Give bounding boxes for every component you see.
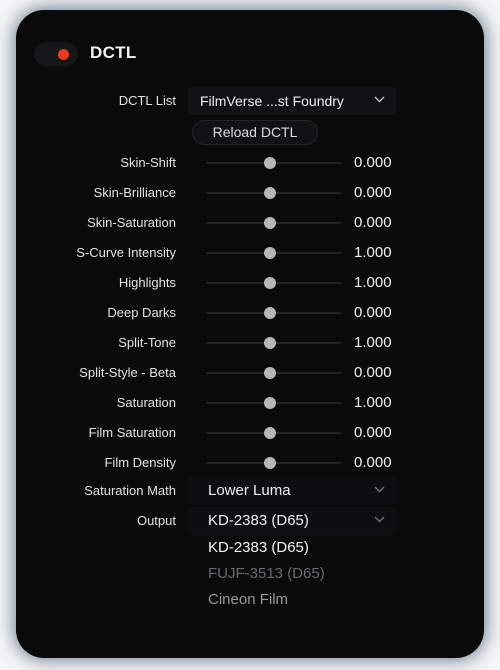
slider-thumb[interactable]	[264, 427, 276, 439]
slider-control[interactable]	[206, 247, 341, 259]
chevron-down-icon	[374, 486, 385, 493]
slider-label: Skin-Saturation	[87, 215, 176, 230]
slider-value: 0.000	[354, 154, 392, 171]
slider-thumb[interactable]	[264, 307, 276, 319]
slider-row: Highlights 1.000	[16, 270, 484, 296]
slider-value: 1.000	[354, 394, 392, 411]
saturation-math-label: Saturation Math	[84, 483, 176, 498]
slider-label: Skin-Brilliance	[93, 185, 176, 200]
slider-row: S-Curve Intensity 1.000	[16, 240, 484, 266]
slider-label: Film Saturation	[88, 425, 176, 440]
slider-control[interactable]	[206, 307, 341, 319]
slider-label: Highlights	[118, 275, 176, 290]
slider-thumb[interactable]	[264, 247, 276, 259]
slider-label: S-Curve Intensity	[76, 245, 176, 260]
slider-label: Split-Tone	[118, 335, 176, 350]
slider-label: Saturation	[116, 395, 176, 410]
output-options-list: KD-2383 (D65) FUJF-3513 (D65) Cineon Film	[188, 535, 396, 613]
slider-value: 0.000	[354, 184, 392, 201]
slider-row: Skin-Saturation 0.000	[16, 210, 484, 236]
output-select[interactable]: KD-2383 (D65)	[188, 507, 396, 535]
slider-control[interactable]	[206, 367, 341, 379]
toggle-knob-icon	[58, 49, 69, 60]
slider-value: 0.000	[354, 424, 392, 441]
slider-value: 1.000	[354, 274, 392, 291]
slider-thumb[interactable]	[264, 157, 276, 169]
slider-value: 0.000	[354, 214, 392, 231]
slider-control[interactable]	[206, 337, 341, 349]
slider-thumb[interactable]	[264, 337, 276, 349]
slider-control[interactable]	[206, 397, 341, 409]
dctl-list-value: FilmVerse ...st Foundry	[200, 93, 344, 109]
slider-row: Skin-Brilliance 0.000	[16, 180, 484, 206]
output-option[interactable]: Cineon Film	[188, 587, 396, 613]
dctl-enable-toggle[interactable]	[34, 42, 78, 66]
slider-control[interactable]	[206, 187, 341, 199]
slider-label: Deep Darks	[107, 305, 176, 320]
slider-value: 1.000	[354, 334, 392, 351]
slider-thumb[interactable]	[264, 187, 276, 199]
output-option[interactable]: KD-2383 (D65)	[188, 535, 396, 561]
slider-thumb[interactable]	[264, 457, 276, 469]
slider-label: Film Density	[104, 455, 176, 470]
dctl-list-label: DCTL List	[118, 93, 176, 108]
page-title: DCTL	[90, 43, 137, 62]
chevron-down-icon	[374, 96, 385, 103]
saturation-math-select[interactable]: Lower Luma	[188, 477, 396, 505]
slider-row: Film Density 0.000	[16, 450, 484, 476]
slider-control[interactable]	[206, 217, 341, 229]
output-row: Output KD-2383 (D65)	[16, 507, 484, 535]
saturation-math-value: Lower Luma	[208, 482, 291, 499]
slider-control[interactable]	[206, 457, 341, 469]
slider-row: Split-Style - Beta 0.000	[16, 360, 484, 386]
slider-value: 0.000	[354, 364, 392, 381]
dctl-list-select[interactable]: FilmVerse ...st Foundry	[188, 87, 396, 115]
dctl-panel: DCTL DCTL List FilmVerse ...st Foundry R…	[16, 10, 484, 658]
slider-thumb[interactable]	[264, 367, 276, 379]
slider-value: 0.000	[354, 454, 392, 471]
output-label: Output	[136, 513, 176, 528]
chevron-down-icon	[374, 516, 385, 523]
slider-row: Skin-Shift 0.000	[16, 150, 484, 176]
reload-dctl-button[interactable]: Reload DCTL	[192, 120, 318, 145]
slider-control[interactable]	[206, 157, 341, 169]
slider-value: 0.000	[354, 304, 392, 321]
output-value: KD-2383 (D65)	[208, 512, 309, 529]
slider-row: Deep Darks 0.000	[16, 300, 484, 326]
slider-control[interactable]	[206, 277, 341, 289]
slider-label: Skin-Shift	[120, 155, 176, 170]
slider-label: Split-Style - Beta	[79, 365, 176, 380]
slider-thumb[interactable]	[264, 277, 276, 289]
screen: DCTL DCTL List FilmVerse ...st Foundry R…	[0, 0, 500, 670]
reload-dctl-label: Reload DCTL	[212, 124, 298, 140]
saturation-math-row: Saturation Math Lower Luma	[16, 477, 484, 505]
slider-thumb[interactable]	[264, 217, 276, 229]
slider-value: 1.000	[354, 244, 392, 261]
dctl-list-row: DCTL List FilmVerse ...st Foundry	[16, 87, 484, 115]
slider-row: Film Saturation 0.000	[16, 420, 484, 446]
slider-control[interactable]	[206, 427, 341, 439]
output-option[interactable]: FUJF-3513 (D65)	[188, 561, 396, 587]
slider-row: Saturation 1.000	[16, 390, 484, 416]
slider-thumb[interactable]	[264, 397, 276, 409]
slider-row: Split-Tone 1.000	[16, 330, 484, 356]
